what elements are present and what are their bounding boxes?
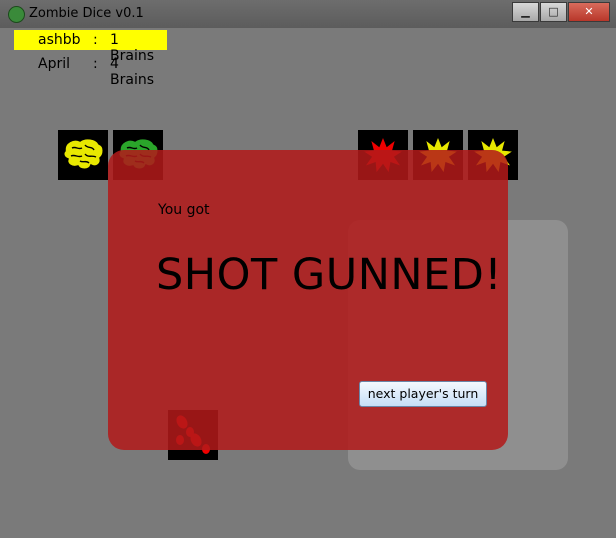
popup-lead-text: You got — [158, 202, 210, 218]
player-brains: 4 Brains — [110, 56, 154, 88]
score-separator: : — [93, 32, 98, 48]
window-controls: ▁ □ ✕ — [511, 2, 610, 22]
maximize-button[interactable]: □ — [540, 2, 567, 22]
popup-result-text: SHOT GUNNED! — [156, 250, 503, 300]
player-score-april: April : 4 Brains — [14, 54, 167, 88]
window-title: Zombie Dice v0.1 — [29, 6, 144, 21]
minimize-button[interactable]: ▁ — [512, 2, 539, 22]
score-separator: : — [93, 56, 98, 72]
app-icon — [8, 6, 25, 23]
next-player-turn-button[interactable]: next player's turn — [359, 381, 487, 407]
title-bar: Zombie Dice v0.1 ▁ □ ✕ — [0, 0, 616, 28]
player-score-ashbb: ashbb : 1 Brains — [14, 30, 167, 64]
player-name: ashbb — [38, 32, 81, 48]
close-button[interactable]: ✕ — [568, 2, 610, 22]
brain-icon — [63, 137, 104, 170]
brain-die — [58, 130, 108, 180]
app-window: Zombie Dice v0.1 ▁ □ ✕ ashbb : 1 Brains … — [0, 0, 616, 538]
player-name: April — [38, 56, 70, 72]
